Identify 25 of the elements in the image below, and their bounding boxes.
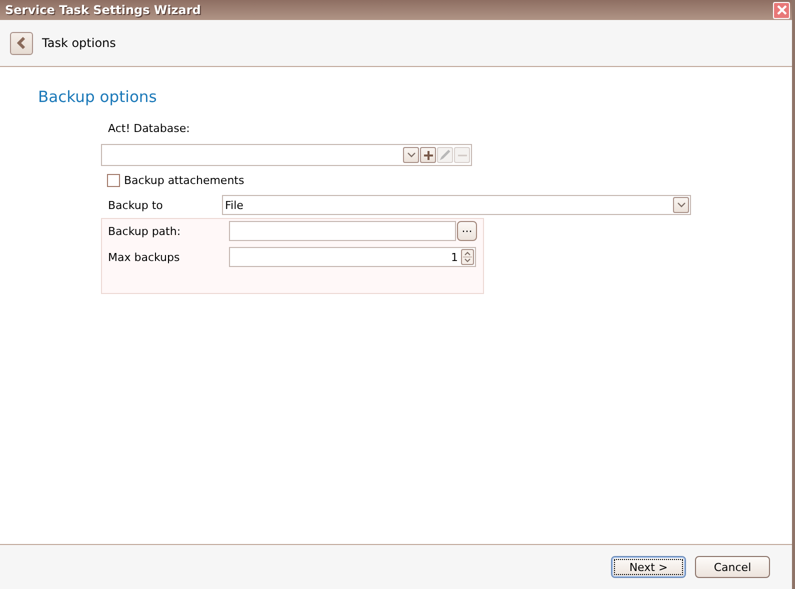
dropdown-button[interactable] bbox=[403, 147, 419, 163]
browse-button[interactable]: ... bbox=[457, 221, 477, 241]
field-label: Backup path: bbox=[107, 224, 182, 238]
next-button[interactable]: Next > bbox=[611, 556, 686, 578]
minus-icon bbox=[458, 154, 466, 156]
pencil-icon bbox=[438, 147, 452, 163]
checkbox[interactable] bbox=[107, 174, 120, 186]
section-heading: Backup options bbox=[38, 87, 158, 107]
window-title: Service Task Settings Wizard bbox=[5, 3, 201, 17]
close-icon bbox=[776, 5, 786, 15]
chevron-icon bbox=[406, 152, 416, 158]
checkbox-label: Backup attachements bbox=[124, 174, 244, 186]
page-title: Task options bbox=[42, 36, 116, 50]
field-label: Backup to bbox=[107, 198, 164, 212]
plus-icon bbox=[424, 150, 432, 160]
backup-to-dropdown[interactable]: File bbox=[222, 195, 691, 215]
field-label: Act! Database: bbox=[108, 122, 191, 136]
max-backups-spinner[interactable]: 1 bbox=[229, 247, 476, 267]
backup-path-field[interactable] bbox=[229, 221, 456, 241]
cancel-button[interactable]: Cancel bbox=[695, 556, 770, 578]
add-button[interactable] bbox=[420, 147, 436, 163]
spin-arrows-icon bbox=[461, 249, 474, 265]
back-button[interactable] bbox=[10, 32, 33, 54]
close-button[interactable] bbox=[773, 2, 790, 18]
field-label: Max backups bbox=[107, 250, 181, 264]
